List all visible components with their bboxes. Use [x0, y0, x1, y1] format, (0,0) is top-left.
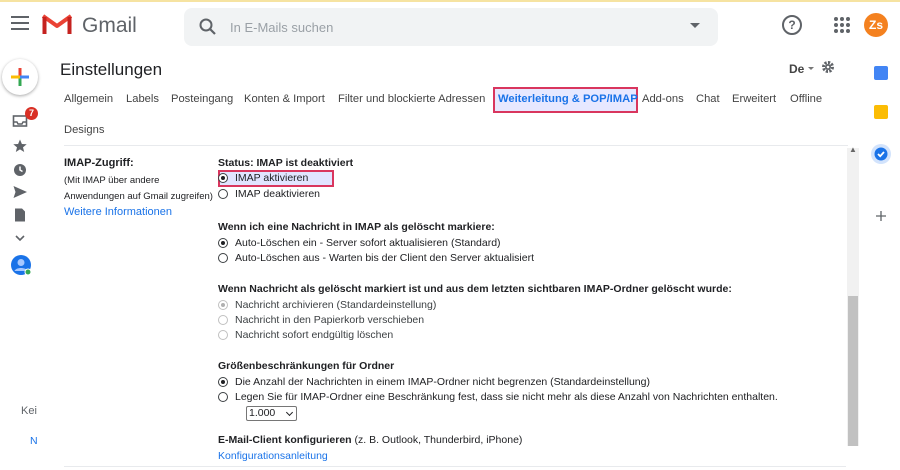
archive-message-label[interactable]: Nachricht archivieren (Standardeinstellu…: [235, 299, 436, 311]
no-folder-limit-radio[interactable]: [218, 377, 228, 387]
auto-expunge-off-radio[interactable]: [218, 253, 228, 263]
left-rail: 7 Kei N: [0, 50, 46, 470]
folder-limit-value: 1.000: [249, 407, 276, 419]
tab-labels[interactable]: Labels: [126, 93, 159, 105]
tab-posteingang[interactable]: Posteingang: [171, 93, 233, 105]
settings-gear-icon[interactable]: [820, 59, 836, 75]
delete-forever-radio[interactable]: [218, 330, 228, 340]
tab-konten-import[interactable]: Konten & Import: [244, 93, 325, 105]
snoozed-clock-icon[interactable]: [12, 162, 28, 178]
tasks-icon[interactable]: [870, 143, 892, 165]
tab-chat[interactable]: Chat: [696, 93, 720, 105]
input-tools-language-button[interactable]: De: [789, 62, 804, 76]
archive-message-radio[interactable]: [218, 300, 228, 310]
imap-status: Status: IMAP ist deaktiviert: [218, 157, 354, 169]
right-side-panel: [862, 50, 900, 470]
tab-filter[interactable]: Filter und blockierte Adressen: [338, 93, 485, 105]
more-chevron-down-icon[interactable]: [12, 230, 28, 246]
apps-grid-icon[interactable]: [834, 17, 850, 33]
limit-folder-label[interactable]: Legen Sie für IMAP-Ordner eine Beschränk…: [235, 391, 778, 403]
language-dropdown-icon[interactable]: [808, 67, 814, 70]
keep-icon[interactable]: [874, 105, 888, 119]
search-icon[interactable]: [198, 17, 218, 37]
gmail-logo-icon[interactable]: [42, 13, 72, 35]
compose-plus-icon: [11, 68, 29, 86]
starred-icon[interactable]: [12, 138, 28, 154]
delete-forever-label[interactable]: Nachricht sofort endgültig löschen: [235, 329, 393, 341]
disable-imap-label[interactable]: IMAP deaktivieren: [235, 188, 320, 200]
rail-link-n[interactable]: N: [30, 435, 38, 447]
auto-expunge-off-label[interactable]: Auto-Löschen aus - Warten bis der Client…: [235, 252, 534, 264]
configure-client-heading: E-Mail-Client konfigurieren: [218, 434, 352, 446]
imap-section-note-2: Anwendungen auf Gmail zugreifen): [64, 191, 213, 202]
chevron-down-icon: [285, 408, 294, 417]
tab-offline[interactable]: Offline: [790, 93, 822, 105]
drafts-icon[interactable]: [12, 207, 28, 223]
account-avatar[interactable]: Zs: [864, 13, 888, 37]
add-addon-plus-icon[interactable]: [875, 210, 887, 222]
bottom-divider: [64, 466, 846, 467]
main-menu-button[interactable]: [11, 16, 29, 30]
search-input[interactable]: [230, 17, 670, 37]
configure-client-note: (z. B. Outlook, Thunderbird, iPhone): [354, 434, 523, 446]
configuration-instructions-link[interactable]: Konfigurationsanleitung: [218, 450, 328, 462]
move-to-trash-radio[interactable]: [218, 315, 228, 325]
tabs-divider: [64, 145, 848, 146]
sent-icon[interactable]: [12, 184, 28, 200]
learn-more-link[interactable]: Weitere Informationen: [64, 206, 172, 218]
scrollbar-thumb[interactable]: [848, 296, 858, 446]
gmail-wordmark[interactable]: Gmail: [82, 14, 137, 38]
imap-section-note-1: (Mit IMAP über andere: [64, 175, 160, 186]
limit-folder-radio[interactable]: [218, 392, 228, 402]
disable-imap-radio[interactable]: [218, 189, 228, 199]
rail-text-kei: Kei: [21, 405, 37, 417]
folder-limit-select[interactable]: 1.000: [246, 406, 297, 421]
hangouts-avatar-icon[interactable]: [10, 254, 32, 276]
page-title: Einstellungen: [60, 60, 163, 79]
tab-designs[interactable]: Designs: [64, 124, 104, 136]
top-bar: Gmail ? Zs: [0, 0, 900, 50]
delete-behavior-title: Wenn ich eine Nachricht in IMAP als gelö…: [218, 221, 495, 233]
tab-weiterleitung-pop-imap[interactable]: Weiterleitung & POP/IMAP: [498, 93, 638, 105]
folder-size-limits-title: Größenbeschränkungen für Ordner: [218, 360, 395, 372]
imap-settings-pane: IMAP-Zugriff: (Mit IMAP über andere Anwe…: [64, 152, 846, 470]
settings-content: Einstellungen De Allgemein Labels Postei…: [52, 50, 860, 470]
tab-allgemein[interactable]: Allgemein: [64, 93, 113, 105]
compose-button[interactable]: [2, 59, 38, 95]
no-folder-limit-label[interactable]: Die Anzahl der Nachrichten in einem IMAP…: [235, 376, 650, 388]
configure-client-title: E-Mail-Client konfigurieren (z. B. Outlo…: [218, 434, 522, 446]
auto-expunge-on-radio[interactable]: [218, 238, 228, 248]
auto-expunge-on-label[interactable]: Auto-Löschen ein - Server sofort aktuali…: [235, 237, 501, 249]
expunge-behavior-title: Wenn Nachricht als gelöscht markiert ist…: [218, 283, 732, 295]
calendar-icon[interactable]: [874, 66, 888, 80]
search-bar[interactable]: [184, 8, 718, 46]
move-to-trash-label[interactable]: Nachricht in den Papierkorb verschieben: [235, 314, 424, 326]
enable-imap-label[interactable]: IMAP aktivieren: [235, 172, 308, 184]
imap-section-label: IMAP-Zugriff:: [64, 157, 134, 169]
tab-erweitert[interactable]: Erweitert: [732, 93, 776, 105]
scroll-up-arrow-icon[interactable]: ▲: [849, 146, 857, 154]
enable-imap-radio[interactable]: [218, 173, 228, 183]
inbox-unread-badge: 7: [25, 107, 38, 120]
help-icon[interactable]: ?: [782, 15, 802, 35]
search-options-icon[interactable]: [690, 23, 700, 28]
tab-add-ons[interactable]: Add-ons: [642, 93, 684, 105]
